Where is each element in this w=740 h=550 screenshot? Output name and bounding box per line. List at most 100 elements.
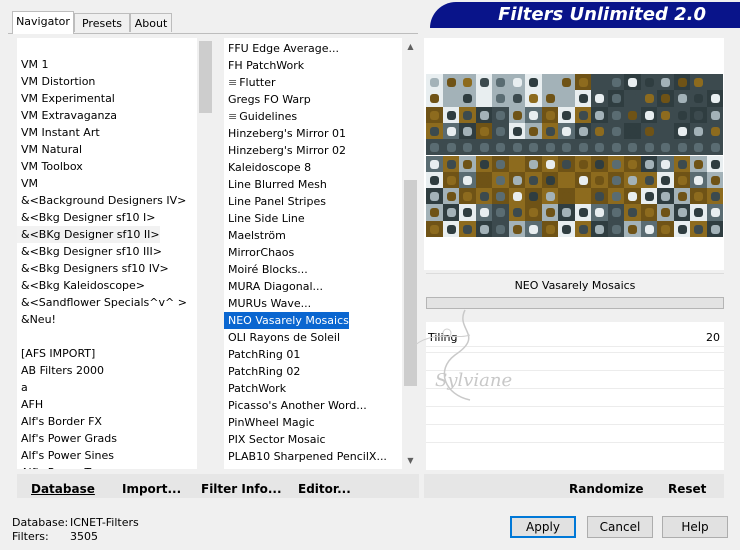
category-item[interactable]: Alf's Border FX	[17, 413, 102, 430]
filter-item[interactable]: OLI Rayons de Soleil	[224, 329, 340, 346]
filter-item[interactable]: PatchWork	[224, 380, 286, 397]
reset-button[interactable]: Reset	[668, 480, 706, 498]
tab-about[interactable]: About	[130, 13, 172, 32]
parameter-area[interactable]: Tiling 20	[426, 322, 724, 470]
mosaic-dot	[479, 110, 489, 120]
category-item[interactable]: AB Filters 2000	[17, 362, 104, 379]
category-scrollbar-thumb[interactable]	[199, 41, 212, 113]
filter-item[interactable]: Maelström	[224, 227, 286, 244]
filter-item[interactable]: Line Panel Stripes	[224, 193, 326, 210]
category-item[interactable]: VM	[17, 175, 38, 192]
category-item[interactable]: VM Extravaganza	[17, 107, 117, 124]
category-list-panel[interactable]: VM 1 VM Distortion VM Experimental VM Extra…	[17, 38, 214, 469]
mosaic-dot	[529, 192, 538, 202]
category-item[interactable]: &<Bkg Kaleidoscope>	[17, 277, 145, 294]
category-item[interactable]: &<Bkg Designer sf10 III>	[17, 243, 162, 260]
mosaic-cell	[640, 155, 657, 172]
category-item[interactable]: Alf's Power Grads	[17, 430, 117, 447]
category-item[interactable]: AFH	[17, 396, 43, 413]
category-item[interactable]: &<BKg Designer sf10 II>	[17, 226, 160, 243]
tab-navigator[interactable]: Navigator	[12, 11, 74, 34]
mosaic-dot	[479, 208, 489, 218]
category-item[interactable]: VM Toolbox	[17, 158, 83, 175]
filter-item[interactable]: FFU Edge Average...	[224, 40, 339, 57]
filter-item[interactable]: FH PatchWork	[224, 57, 304, 74]
mosaic-cell	[706, 106, 723, 123]
filter-item[interactable]: PatchRing 02	[224, 363, 300, 380]
category-item[interactable]: Alf's Power Toys	[17, 464, 108, 469]
category-item[interactable]: &<Sandflower Specials^v^ >	[17, 294, 187, 311]
randomize-button[interactable]: Randomize	[569, 480, 643, 498]
filter-item[interactable]: ≡ Flutter	[224, 74, 276, 91]
category-item[interactable]: Alf's Power Sines	[17, 447, 114, 464]
filter-item[interactable]: PatchRing 01	[224, 346, 300, 363]
category-item[interactable]: &<Background Designers IV>	[17, 192, 186, 209]
filter-item[interactable]: Hinzeberg's Mirror 02	[224, 142, 346, 159]
filter-item[interactable]: Gregs FO Warp	[224, 91, 311, 108]
category-scrollbar[interactable]	[197, 38, 214, 469]
preview-image	[426, 74, 723, 237]
filter-list-panel[interactable]: FFU Edge Average... FH PatchWork ≡ Flutter G…	[224, 38, 419, 469]
mosaic-cell	[492, 204, 509, 221]
filter-scrollbar[interactable]: ▲ ▼	[402, 38, 419, 469]
filter-item[interactable]: Line Blurred Mesh	[224, 176, 327, 193]
filter-item[interactable]: Moiré Blocks...	[224, 261, 308, 278]
mosaic-cell	[640, 220, 657, 237]
category-item[interactable]: [AFS IMPORT]	[17, 345, 95, 362]
filter-item-label: Kaleidoscope 8	[228, 161, 312, 174]
filter-item[interactable]: Polar Coordinates...	[224, 465, 335, 469]
category-item[interactable]: a	[17, 379, 28, 396]
category-item[interactable]: &<Bkg Designer sf10 I>	[17, 209, 156, 226]
filter-item[interactable]: MURA Diagonal...	[224, 278, 323, 295]
category-item[interactable]: VM 1	[17, 56, 49, 73]
tab-presets[interactable]: Presets	[74, 13, 130, 32]
category-item[interactable]	[17, 328, 21, 345]
cancel-button[interactable]: Cancel	[587, 516, 653, 538]
category-list[interactable]: VM 1 VM Distortion VM Experimental VM Extra…	[17, 38, 197, 469]
scroll-down-icon[interactable]: ▼	[402, 452, 419, 469]
filter-item[interactable]: PLAB10 Sharpened PencilX...	[224, 448, 387, 465]
category-item[interactable]: VM Natural	[17, 141, 82, 158]
editor-button[interactable]: Editor...	[298, 480, 351, 498]
filter-item[interactable]: PinWheel Magic	[224, 414, 315, 431]
filter-item[interactable]: Picasso's Another Word...	[224, 397, 367, 414]
category-item[interactable]: VM Experimental	[17, 90, 115, 107]
category-item[interactable]: &<Bkg Designers sf10 IV>	[17, 260, 169, 277]
mosaic-cell	[525, 171, 542, 189]
mosaic-dot	[430, 110, 439, 120]
mosaic-cell	[673, 106, 690, 123]
mosaic-cell	[525, 204, 542, 221]
param-value[interactable]: 20	[706, 330, 720, 346]
mosaic-cell	[657, 139, 674, 156]
category-item[interactable]: &Neu!	[17, 311, 56, 328]
filter-info-button[interactable]: Filter Info...	[201, 480, 282, 498]
filter-item[interactable]: ≡ Guidelines	[224, 108, 297, 125]
import-button[interactable]: Import...	[122, 480, 181, 498]
filter-item[interactable]: Line Side Line	[224, 210, 305, 227]
filter-item[interactable]: NEO Vasarely Mosaics	[224, 311, 350, 330]
mosaic-cell	[591, 171, 608, 189]
scroll-up-icon[interactable]: ▲	[402, 38, 419, 55]
mosaic-cell	[607, 188, 624, 205]
category-item[interactable]: VM Instant Art	[17, 124, 100, 141]
mosaic-cell	[442, 139, 459, 156]
filter-item[interactable]: Kaleidoscope 8	[224, 159, 311, 176]
help-button[interactable]: Help	[662, 516, 728, 538]
filter-list[interactable]: FFU Edge Average... FH PatchWork ≡ Flutter G…	[224, 38, 402, 469]
filter-item[interactable]: MirrorChaos	[224, 244, 294, 261]
filter-item[interactable]: PIX Sector Mosaic	[224, 431, 326, 448]
filter-scrollbar-thumb[interactable]	[404, 180, 417, 386]
param-row[interactable]: Tiling 20	[426, 330, 724, 347]
filter-item[interactable]: MURUs Wave...	[224, 295, 311, 312]
mosaic-dot	[578, 94, 588, 104]
mosaic-dot	[446, 159, 456, 169]
database-button[interactable]: Database	[31, 480, 95, 498]
mosaic-cell	[591, 122, 608, 140]
mosaic-cell	[426, 139, 443, 156]
category-item[interactable]: VM Distortion	[17, 73, 95, 90]
mosaic-cell	[673, 188, 690, 205]
mosaic-dot	[694, 126, 703, 136]
filter-item[interactable]: Hinzeberg's Mirror 01	[224, 125, 346, 142]
apply-button[interactable]: Apply	[510, 516, 576, 538]
mosaic-dot	[479, 224, 489, 234]
